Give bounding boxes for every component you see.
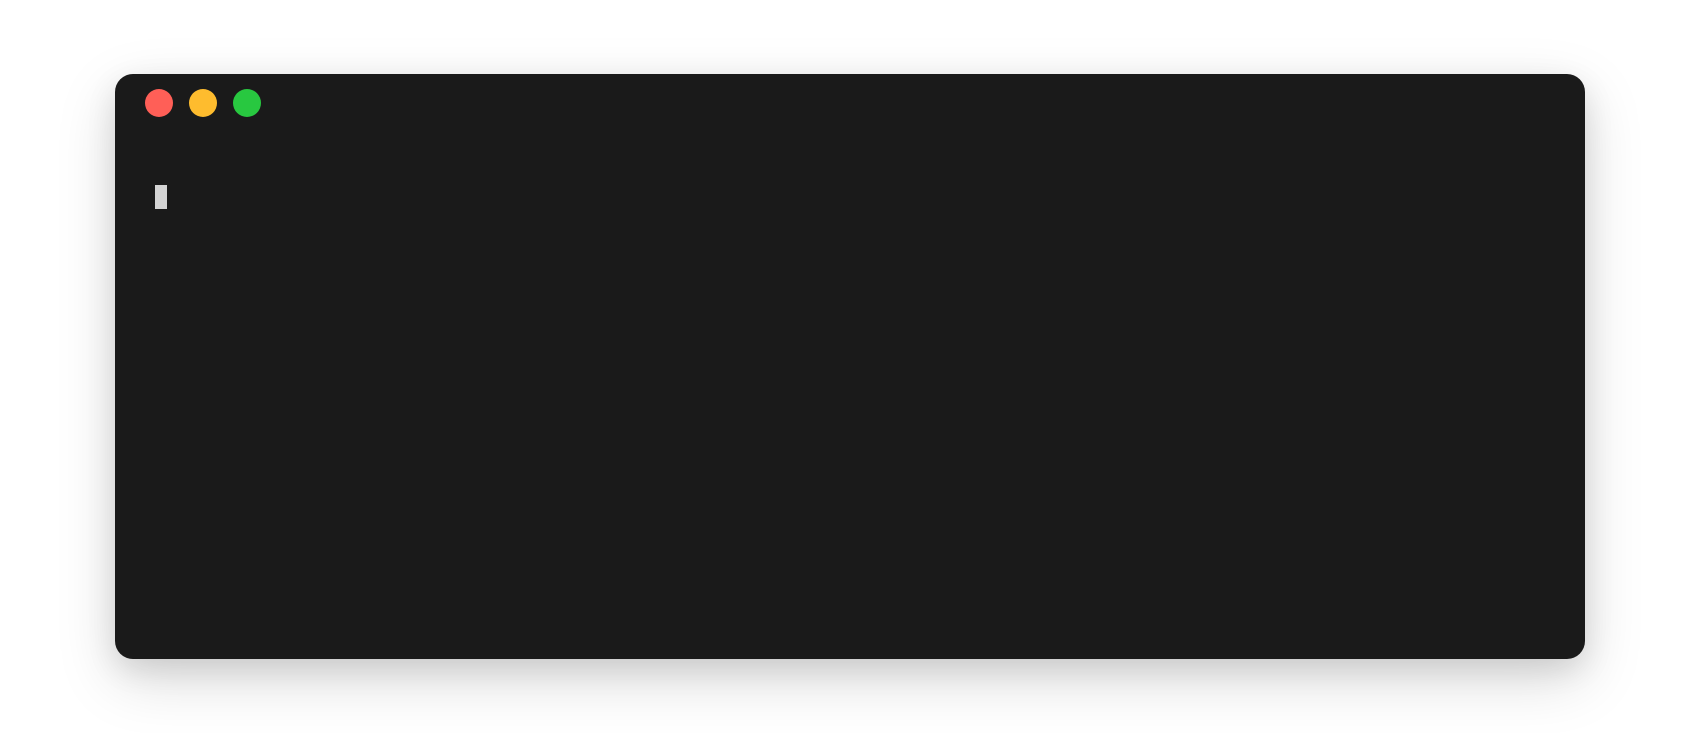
close-button[interactable] bbox=[145, 89, 173, 117]
minimize-button[interactable] bbox=[189, 89, 217, 117]
terminal-line bbox=[155, 182, 1545, 212]
maximize-button[interactable] bbox=[233, 89, 261, 117]
titlebar bbox=[115, 74, 1585, 132]
terminal-body[interactable] bbox=[115, 132, 1585, 659]
cursor-icon bbox=[155, 185, 167, 209]
terminal-window bbox=[115, 74, 1585, 659]
